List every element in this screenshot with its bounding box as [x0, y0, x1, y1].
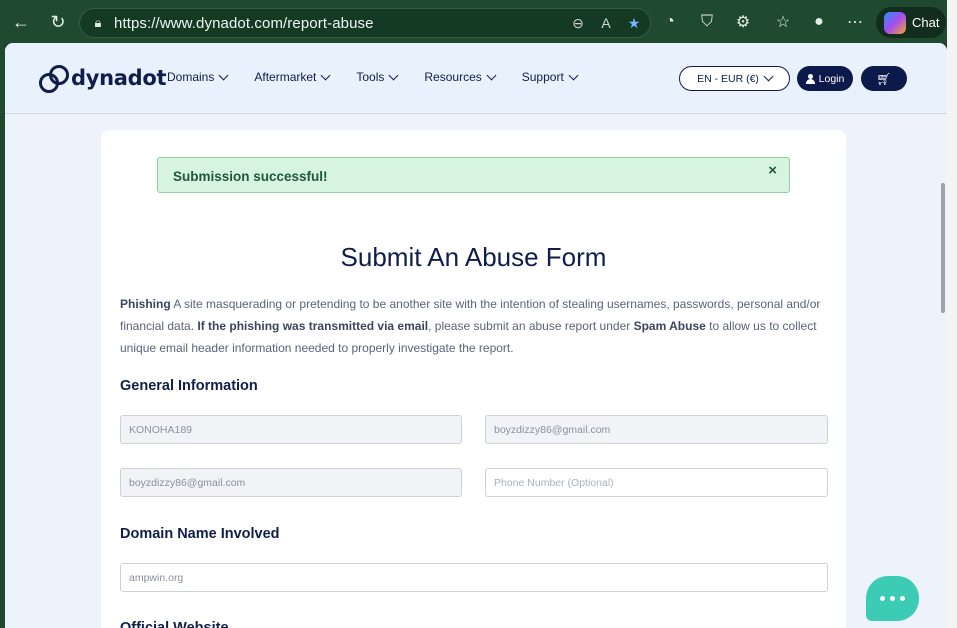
more-menu-icon[interactable]: ⋯ [844, 11, 866, 33]
favorite-star-icon[interactable]: ★ [624, 13, 644, 33]
domain-field[interactable]: ampwin.org [120, 563, 828, 592]
site-header: dynadot Domains Aftermarket Tools Resour… [5, 43, 947, 114]
address-bar[interactable]: 🔒︎ https://www.dynadot.com/report-abuse … [79, 8, 651, 38]
general-info-heading: General Information [120, 378, 258, 394]
domain-involved-heading: Domain Name Involved [120, 526, 280, 542]
page-scrollbar[interactable] [941, 183, 945, 313]
official-website-heading: Official Website [120, 620, 229, 628]
chevron-down-icon [320, 70, 331, 80]
logo-link-icon [39, 65, 69, 93]
chat-dot [880, 596, 885, 601]
background-window [947, 0, 957, 628]
cart-button[interactable]: 🛒︎ [861, 66, 907, 91]
chat-label: Chat [912, 15, 940, 30]
logo-text: dynadot [71, 66, 167, 90]
copilot-logo-icon [884, 11, 906, 34]
dynadot-logo[interactable]: dynadot [39, 65, 167, 93]
nav-resources[interactable]: Resources [424, 70, 497, 84]
chevron-down-icon [218, 70, 229, 80]
page-viewport: dynadot Domains Aftermarket Tools Resour… [5, 43, 947, 628]
user-icon [805, 73, 815, 84]
refresh-icon[interactable]: ↻ [46, 10, 70, 34]
browser-toolbar: ← ↻ 🔒︎ https://www.dynadot.com/report-ab… [0, 0, 957, 44]
favorites-icon[interactable]: ☆ [772, 11, 794, 33]
read-aloud-icon[interactable]: A [596, 13, 616, 33]
success-alert: Submission successful! × [157, 157, 790, 193]
login-button[interactable]: Login [797, 66, 853, 91]
phone-field[interactable]: Phone Number (Optional) [485, 468, 828, 497]
live-chat-button[interactable] [866, 576, 919, 621]
nav-tools[interactable]: Tools [356, 70, 399, 84]
chat-dot [890, 596, 895, 601]
main-nav: Domains Aftermarket Tools Resources Supp… [167, 70, 604, 84]
profile-avatar-icon[interactable]: ● [808, 11, 830, 33]
nav-aftermarket[interactable]: Aftermarket [254, 70, 331, 84]
page-title: Submit An Abuse Form [340, 242, 607, 272]
chevron-down-icon [486, 70, 497, 80]
chevron-down-icon [763, 71, 774, 82]
confirm-email-field[interactable]: boyzdizzy86@gmail.com [120, 468, 462, 497]
chevron-down-icon [568, 70, 579, 80]
url-text[interactable]: https://www.dynadot.com/report-abuse [114, 15, 374, 32]
copilot-chat-button[interactable]: Chat [876, 7, 946, 38]
extension-person-icon[interactable]: ◔ [659, 11, 681, 33]
abuse-form-card: Submission successful! × Submit An Abuse… [101, 130, 846, 628]
language-currency-button[interactable]: EN - EUR (€) [679, 66, 790, 91]
nav-domains[interactable]: Domains [167, 70, 229, 84]
zoom-icon[interactable]: ⊖ [568, 13, 588, 33]
alert-message: Submission successful! [173, 169, 328, 184]
phishing-description: Phishing A site masquerading or pretendi… [120, 297, 821, 355]
chat-dot [900, 596, 905, 601]
extensions-puzzle-icon[interactable]: ⚙ [732, 11, 754, 33]
site-info-icon[interactable]: 🔒︎ [90, 15, 106, 31]
name-field[interactable]: KONOHA189 [120, 415, 462, 444]
cart-icon: 🛒︎ [876, 71, 892, 86]
chevron-down-icon [388, 70, 399, 80]
back-icon[interactable]: ← [9, 10, 33, 34]
shield-extension-icon[interactable]: ⛉ [696, 11, 718, 33]
email-field[interactable]: boyzdizzy86@gmail.com [485, 415, 828, 444]
close-icon[interactable]: × [768, 162, 777, 179]
nav-support[interactable]: Support [522, 70, 579, 84]
